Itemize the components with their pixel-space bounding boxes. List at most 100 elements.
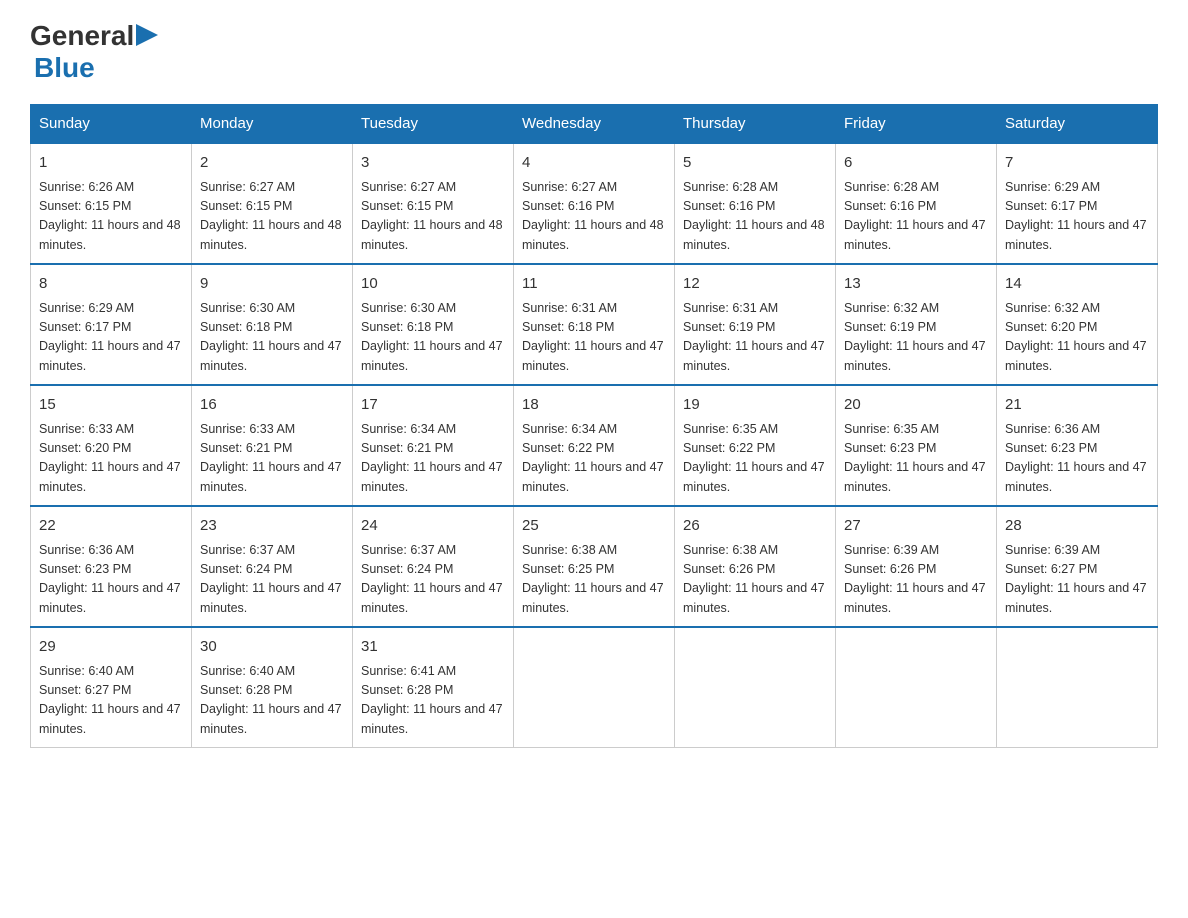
day-number: 5 (683, 152, 827, 175)
day-info: Sunrise: 6:26 AMSunset: 6:15 PMDaylight:… (39, 178, 183, 256)
calendar-cell: 30Sunrise: 6:40 AMSunset: 6:28 PMDayligh… (192, 627, 353, 748)
calendar-cell: 17 Sunrise: 6:34 AMSunset: 6:21 PMDayligh… (353, 385, 514, 506)
day-info: Sunrise: 6:34 AMSunset: 6:21 PMDaylight:… (361, 420, 505, 498)
calendar-week-3: 15 Sunrise: 6:33 AMSunset: 6:20 PMDayligh… (31, 385, 1158, 506)
calendar-cell: 21 Sunrise: 6:36 AMSunset: 6:23 PMDayligh… (997, 385, 1158, 506)
day-number: 31 (361, 636, 505, 659)
day-number: 26 (683, 515, 827, 538)
header-friday: Friday (836, 105, 997, 144)
calendar-week-4: 22 Sunrise: 6:36 AMSunset: 6:23 PMDayligh… (31, 506, 1158, 627)
calendar-cell: 9 Sunrise: 6:30 AMSunset: 6:18 PMDaylight… (192, 264, 353, 385)
day-number: 22 (39, 515, 183, 538)
calendar-header-row: SundayMondayTuesdayWednesdayThursdayFrid… (31, 105, 1158, 144)
calendar-cell (675, 627, 836, 748)
calendar-cell: 6 Sunrise: 6:28 AMSunset: 6:16 PMDaylight… (836, 143, 997, 264)
day-number: 30 (200, 636, 344, 659)
day-number: 8 (39, 273, 183, 296)
calendar-cell: 16 Sunrise: 6:33 AMSunset: 6:21 PMDayligh… (192, 385, 353, 506)
day-number: 25 (522, 515, 666, 538)
day-info: Sunrise: 6:34 AMSunset: 6:22 PMDaylight:… (522, 420, 666, 498)
page-header: General Blue (30, 20, 1158, 84)
day-info: Sunrise: 6:29 AMSunset: 6:17 PMDaylight:… (39, 299, 183, 377)
logo-general: General (30, 20, 134, 52)
day-number: 19 (683, 394, 827, 417)
calendar-cell: 8 Sunrise: 6:29 AMSunset: 6:17 PMDaylight… (31, 264, 192, 385)
calendar-cell (836, 627, 997, 748)
day-number: 11 (522, 273, 666, 296)
day-number: 20 (844, 394, 988, 417)
day-info: Sunrise: 6:35 AMSunset: 6:23 PMDaylight:… (844, 420, 988, 498)
day-number: 28 (1005, 515, 1149, 538)
calendar-cell: 18 Sunrise: 6:34 AMSunset: 6:22 PMDayligh… (514, 385, 675, 506)
day-number: 21 (1005, 394, 1149, 417)
day-info: Sunrise: 6:33 AMSunset: 6:21 PMDaylight:… (200, 420, 344, 498)
day-number: 24 (361, 515, 505, 538)
calendar-cell: 3Sunrise: 6:27 AMSunset: 6:15 PMDaylight… (353, 143, 514, 264)
day-info: Sunrise: 6:27 AMSunset: 6:15 PMDaylight:… (200, 178, 344, 256)
calendar-cell: 19 Sunrise: 6:35 AMSunset: 6:22 PMDayligh… (675, 385, 836, 506)
day-info: Sunrise: 6:33 AMSunset: 6:20 PMDaylight:… (39, 420, 183, 498)
header-wednesday: Wednesday (514, 105, 675, 144)
calendar-cell: 22 Sunrise: 6:36 AMSunset: 6:23 PMDayligh… (31, 506, 192, 627)
day-number: 2 (200, 152, 344, 175)
day-info: Sunrise: 6:30 AMSunset: 6:18 PMDaylight:… (361, 299, 505, 377)
header-saturday: Saturday (997, 105, 1158, 144)
calendar-cell: 25 Sunrise: 6:38 AMSunset: 6:25 PMDayligh… (514, 506, 675, 627)
logo-triangle-icon (136, 24, 158, 46)
calendar-week-2: 8 Sunrise: 6:29 AMSunset: 6:17 PMDaylight… (31, 264, 1158, 385)
day-info: Sunrise: 6:39 AMSunset: 6:27 PMDaylight:… (1005, 541, 1149, 619)
calendar-cell: 2 Sunrise: 6:27 AMSunset: 6:15 PMDaylight… (192, 143, 353, 264)
header-monday: Monday (192, 105, 353, 144)
day-number: 9 (200, 273, 344, 296)
day-info: Sunrise: 6:32 AMSunset: 6:20 PMDaylight:… (1005, 299, 1149, 377)
day-info: Sunrise: 6:28 AMSunset: 6:16 PMDaylight:… (844, 178, 988, 256)
day-info: Sunrise: 6:38 AMSunset: 6:26 PMDaylight:… (683, 541, 827, 619)
day-info: Sunrise: 6:37 AMSunset: 6:24 PMDaylight:… (200, 541, 344, 619)
calendar-cell: 10 Sunrise: 6:30 AMSunset: 6:18 PMDayligh… (353, 264, 514, 385)
calendar-cell: 14Sunrise: 6:32 AMSunset: 6:20 PMDayligh… (997, 264, 1158, 385)
calendar-cell: 5Sunrise: 6:28 AMSunset: 6:16 PMDaylight… (675, 143, 836, 264)
day-number: 29 (39, 636, 183, 659)
calendar-cell: 20 Sunrise: 6:35 AMSunset: 6:23 PMDayligh… (836, 385, 997, 506)
header-tuesday: Tuesday (353, 105, 514, 144)
calendar-cell: 12 Sunrise: 6:31 AMSunset: 6:19 PMDayligh… (675, 264, 836, 385)
calendar-week-5: 29Sunrise: 6:40 AMSunset: 6:27 PMDayligh… (31, 627, 1158, 748)
day-number: 10 (361, 273, 505, 296)
calendar-cell: 28 Sunrise: 6:39 AMSunset: 6:27 PMDayligh… (997, 506, 1158, 627)
calendar-cell (514, 627, 675, 748)
day-number: 15 (39, 394, 183, 417)
day-info: Sunrise: 6:35 AMSunset: 6:22 PMDaylight:… (683, 420, 827, 498)
calendar-cell: 13 Sunrise: 6:32 AMSunset: 6:19 PMDayligh… (836, 264, 997, 385)
day-info: Sunrise: 6:36 AMSunset: 6:23 PMDaylight:… (39, 541, 183, 619)
day-info: Sunrise: 6:31 AMSunset: 6:18 PMDaylight:… (522, 299, 666, 377)
logo-blue: Blue (30, 52, 158, 84)
calendar-cell: 23Sunrise: 6:37 AMSunset: 6:24 PMDayligh… (192, 506, 353, 627)
day-number: 12 (683, 273, 827, 296)
day-info: Sunrise: 6:32 AMSunset: 6:19 PMDaylight:… (844, 299, 988, 377)
logo: General Blue (30, 20, 158, 84)
day-info: Sunrise: 6:39 AMSunset: 6:26 PMDaylight:… (844, 541, 988, 619)
day-number: 13 (844, 273, 988, 296)
day-info: Sunrise: 6:27 AMSunset: 6:16 PMDaylight:… (522, 178, 666, 256)
day-info: Sunrise: 6:27 AMSunset: 6:15 PMDaylight:… (361, 178, 505, 256)
day-number: 17 (361, 394, 505, 417)
calendar-cell: 27 Sunrise: 6:39 AMSunset: 6:26 PMDayligh… (836, 506, 997, 627)
day-number: 27 (844, 515, 988, 538)
day-info: Sunrise: 6:36 AMSunset: 6:23 PMDaylight:… (1005, 420, 1149, 498)
day-number: 4 (522, 152, 666, 175)
day-number: 18 (522, 394, 666, 417)
day-info: Sunrise: 6:30 AMSunset: 6:18 PMDaylight:… (200, 299, 344, 377)
calendar-cell: 7Sunrise: 6:29 AMSunset: 6:17 PMDaylight… (997, 143, 1158, 264)
day-number: 16 (200, 394, 344, 417)
calendar-cell (997, 627, 1158, 748)
calendar-cell: 26 Sunrise: 6:38 AMSunset: 6:26 PMDayligh… (675, 506, 836, 627)
day-info: Sunrise: 6:38 AMSunset: 6:25 PMDaylight:… (522, 541, 666, 619)
calendar-cell: 24Sunrise: 6:37 AMSunset: 6:24 PMDayligh… (353, 506, 514, 627)
calendar-cell: 11 Sunrise: 6:31 AMSunset: 6:18 PMDayligh… (514, 264, 675, 385)
calendar-table: SundayMondayTuesdayWednesdayThursdayFrid… (30, 104, 1158, 748)
header-thursday: Thursday (675, 105, 836, 144)
day-info: Sunrise: 6:29 AMSunset: 6:17 PMDaylight:… (1005, 178, 1149, 256)
day-info: Sunrise: 6:31 AMSunset: 6:19 PMDaylight:… (683, 299, 827, 377)
day-number: 6 (844, 152, 988, 175)
day-number: 1 (39, 152, 183, 175)
